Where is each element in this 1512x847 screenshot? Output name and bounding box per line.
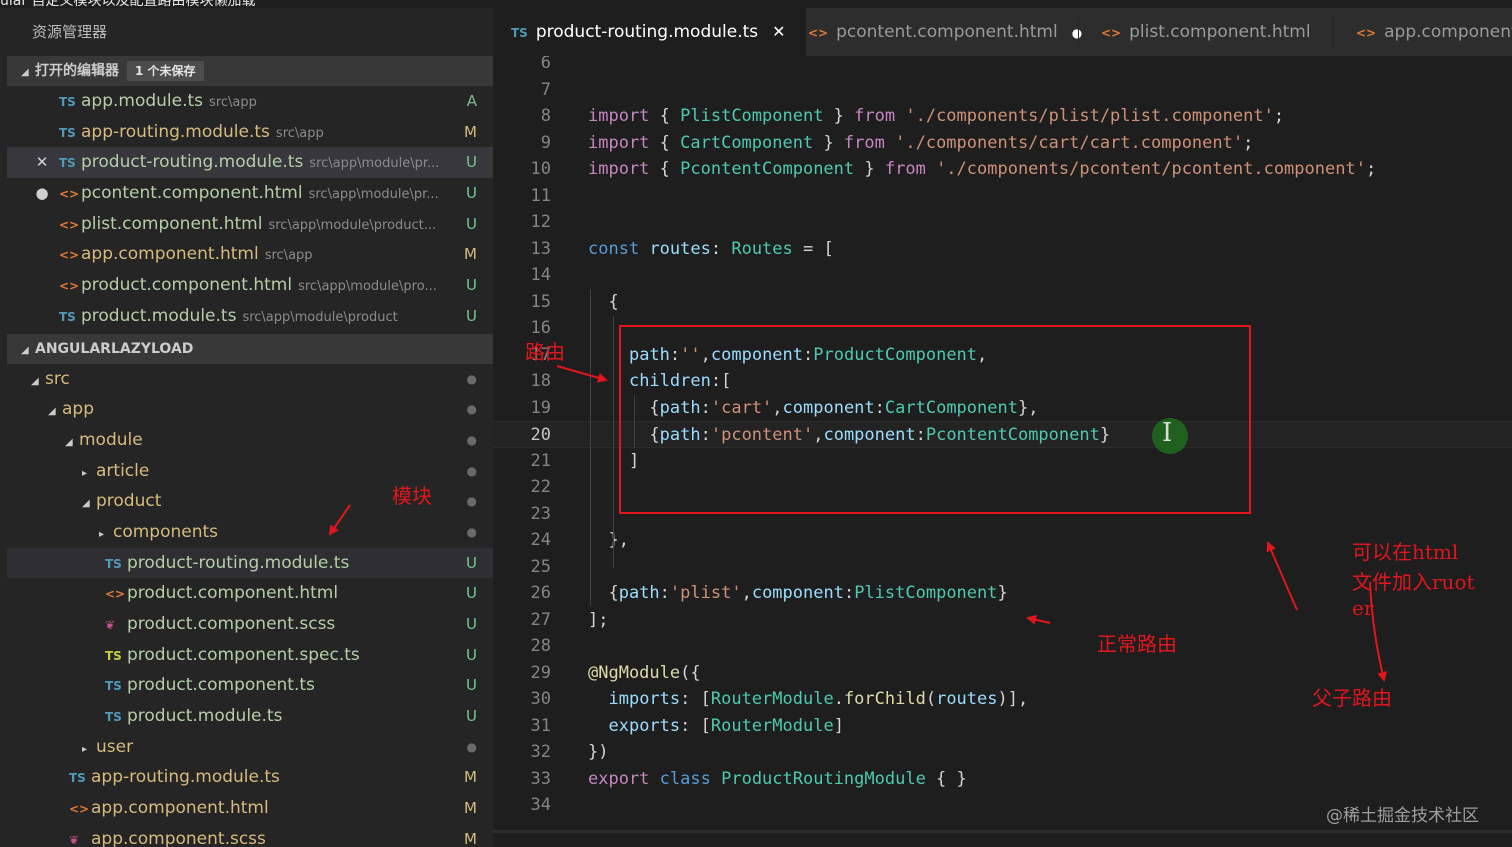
text-cursor-icon: I	[1162, 418, 1173, 448]
arrow-parent-child	[1369, 581, 1387, 682]
arrow-normal-route	[1026, 614, 1051, 625]
watermark: @稀土掘金技术社区	[1326, 806, 1479, 826]
arrow-router-note	[1266, 541, 1298, 611]
arrow-module	[328, 504, 351, 536]
annotation-arrows	[328, 365, 1387, 682]
arrow-route	[556, 365, 608, 383]
